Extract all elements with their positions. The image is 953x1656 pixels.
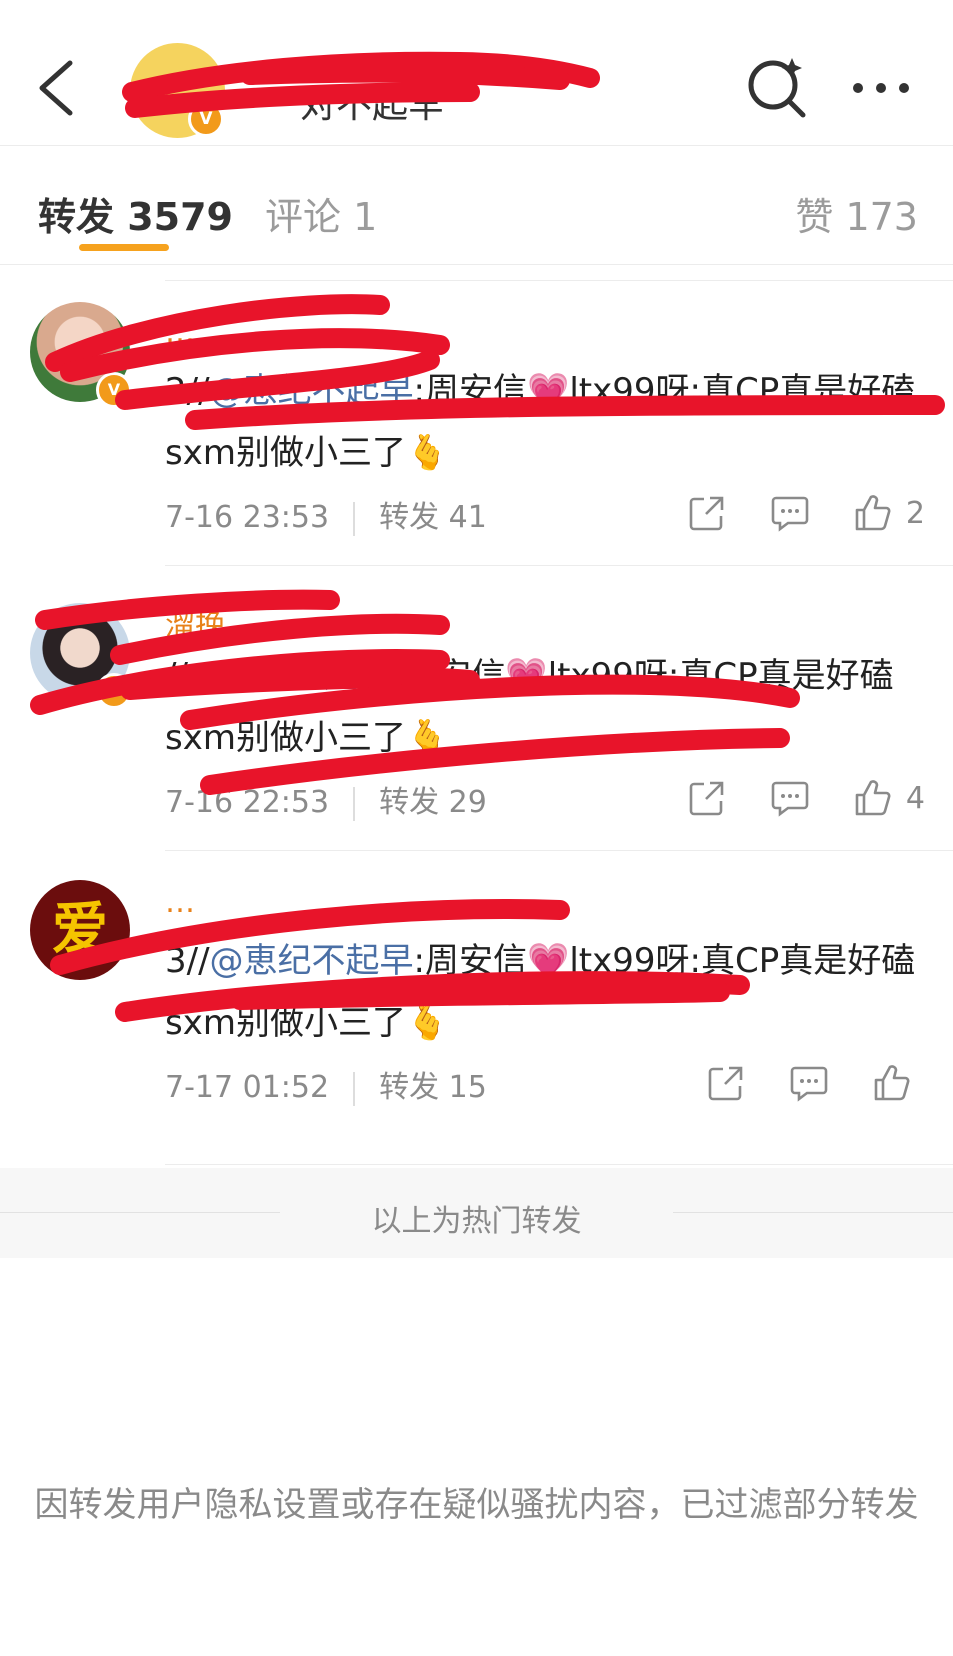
repost-item: V … 2//@恵纪不起早:周安信💗ltx99呀:真CP真是好磕 sxm别做小三… (0, 280, 953, 565)
comment-icon (771, 781, 809, 817)
comment-icon (771, 496, 809, 532)
header-avatar[interactable]: V (130, 43, 225, 138)
repost-content: //@恵纪不起早:周安信💗ltx99呀:真CP真是好磕 sxm别做小三了🫰 (165, 645, 925, 769)
share-icon (708, 1066, 743, 1101)
mention-link[interactable]: @恵纪不起早 (188, 656, 392, 696)
share-icon (689, 781, 724, 816)
active-tab-indicator (79, 244, 169, 251)
repost-count[interactable]: 转发 15 (379, 1070, 487, 1105)
timestamp: 7-16 22:53 (165, 785, 330, 820)
action-row: 2 (644, 494, 925, 532)
repost-content: 2//@恵纪不起早:周安信💗ltx99呀:真CP真是好磕 sxm别做小三了🫰 (165, 360, 925, 484)
username[interactable]: 溜挽 (165, 600, 225, 644)
tab-repost[interactable]: 转发 3579 (38, 186, 233, 241)
share-button[interactable] (688, 779, 726, 817)
repost-count[interactable]: 转发 29 (379, 785, 487, 820)
divider (165, 280, 953, 281)
thumbs-up-icon (874, 1065, 910, 1101)
repost-meta: 7-16 22:53 转发 29 (165, 777, 487, 821)
tab-bar: 转发 3579 评论 1 赞 173 (0, 146, 953, 265)
repost-meta: 7-17 01:52 转发 15 (165, 1062, 487, 1106)
comment-button[interactable] (770, 779, 810, 817)
search-icon[interactable] (745, 55, 809, 119)
repost-item: 爱 … 3//@恵纪不起早:周安信💗ltx99呀:真CP真是好磕 sxm别做小三… (0, 850, 953, 1165)
action-row (663, 1064, 925, 1102)
divider (165, 850, 953, 851)
chevron-left-icon[interactable] (30, 55, 86, 121)
share-button[interactable] (688, 494, 726, 532)
like-count: 2 (905, 495, 925, 531)
repost-content: 3//@恵纪不起早:周安信💗ltx99呀:真CP真是好磕 sxm别做小三了🫰 (165, 930, 925, 1054)
username[interactable]: … (165, 315, 195, 350)
hot-reposts-divider: 以上为热门转发 (0, 1168, 953, 1258)
more-dots-icon[interactable] (848, 68, 918, 108)
meta-divider (353, 1071, 356, 1106)
avatar-text: 爱 (52, 897, 108, 962)
content-prefix: 3// (165, 941, 210, 981)
verified-badge-icon: V (188, 101, 224, 137)
content-prefix: 2// (165, 371, 210, 411)
repost-item: V 溜挽 //@恵纪不起早:周安信💗ltx99呀:真CP真是好磕 sxm别做小三… (0, 565, 953, 850)
mention-link[interactable]: @恵纪不起早 (210, 371, 414, 411)
like-button[interactable]: 4 (854, 779, 925, 817)
content-prefix: // (165, 656, 188, 696)
like-button[interactable]: 2 (854, 494, 925, 532)
top-bar: V 对不起罕 (0, 0, 953, 146)
tab-comment[interactable]: 评论 1 (265, 186, 377, 241)
repost-count[interactable]: 转发 41 (379, 500, 487, 535)
meta-divider (353, 501, 356, 536)
thumbs-up-icon (855, 780, 891, 816)
divider (165, 565, 953, 566)
timestamp: 7-16 23:53 (165, 500, 330, 535)
comment-icon (790, 1066, 828, 1102)
divider (165, 1164, 953, 1165)
hot-reposts-label: 以上为热门转发 (371, 1204, 582, 1239)
share-button[interactable] (707, 1064, 745, 1102)
share-icon (689, 496, 724, 531)
filter-notice: 因转发用户隐私设置或存在疑似骚扰内容，已过滤部分转发 (34, 1485, 919, 1525)
comment-button[interactable] (770, 494, 810, 532)
page-title: 对不起罕 (300, 85, 445, 126)
verified-badge-icon: V (96, 372, 132, 408)
thumbs-up-icon (855, 495, 891, 531)
like-count: 4 (905, 780, 925, 816)
comment-button[interactable] (789, 1064, 829, 1102)
action-row: 4 (644, 779, 925, 817)
username[interactable]: … (165, 885, 195, 920)
verified-badge-icon: V (96, 673, 132, 709)
timestamp: 7-17 01:52 (165, 1070, 330, 1105)
avatar[interactable]: 爱 (30, 880, 130, 980)
repost-meta: 7-16 23:53 转发 41 (165, 492, 487, 536)
meta-divider (353, 786, 356, 821)
tab-like[interactable]: 赞 173 (795, 186, 918, 241)
mention-link[interactable]: @恵纪不起早 (210, 941, 414, 981)
like-button[interactable] (873, 1064, 925, 1102)
